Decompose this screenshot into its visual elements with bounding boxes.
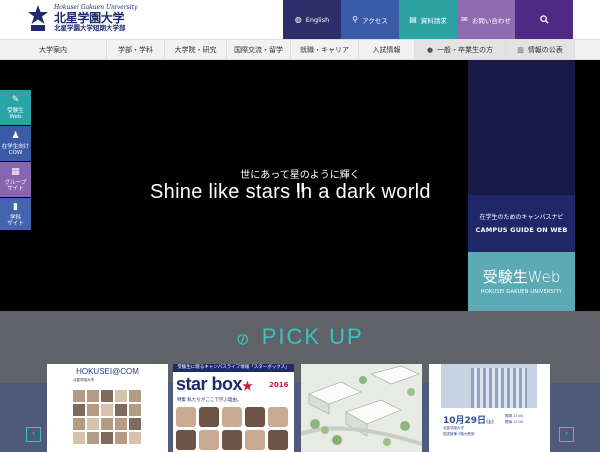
student-photos — [176, 407, 291, 450]
search-button[interactable] — [515, 0, 573, 39]
side-tab-label: サイト — [7, 186, 24, 193]
pickup-card-hokusei-com[interactable]: HOKUSEI@COM 北星学園大学 — [47, 364, 168, 452]
map-pin-icon: ⚲ — [352, 15, 359, 24]
applicant-web-link[interactable]: 受験生Web HOKUSEI GAKUEN UNIVERSITY — [468, 252, 575, 311]
english-label: English — [305, 15, 330, 24]
nav-item-alumni[interactable]: ● 一般・卒業生の方 — [415, 40, 506, 59]
university-logo[interactable]: Hokusei Gakuen University 北星学園大学 北星学園大学短… — [26, 4, 137, 32]
pickup-heading: ⊘ PICK UP — [0, 324, 600, 351]
event-date-main: 10月29日 — [443, 416, 487, 426]
side-tab-label: 受験生 — [7, 107, 24, 114]
contact-label: お問い合わせ — [471, 16, 511, 25]
pickup-title: PICK UP — [261, 324, 364, 349]
campus-guide-title: CAMPUS GUIDE ON WEB — [475, 226, 568, 234]
request-materials-button[interactable]: ▤ 資料請求 — [399, 0, 457, 39]
event-venue-line: 図書館棟 4階大教室 — [443, 431, 475, 436]
event-start-time: 開演 13:30 — [505, 419, 524, 424]
starbox-brand-2: box — [211, 374, 243, 394]
utility-buttons: ◍ English ⚲ アクセス ▤ 資料請求 ✉ お問い合わせ — [283, 0, 573, 39]
logo-main-name: 北星学園大学 — [54, 10, 125, 25]
logo-english-name: Hokusei Gakuen University — [54, 3, 138, 11]
pickup-card-campus-map[interactable] — [301, 364, 422, 452]
english-button[interactable]: ◍ English — [283, 0, 341, 39]
contact-button[interactable]: ✉ お問い合わせ — [457, 0, 515, 39]
campus-guide-caption: 在学生のためのキャンパスナビ — [479, 214, 564, 221]
starbox-year: 2016 — [269, 381, 289, 389]
main-nav: 大学案内 学部・学科 大学院・研究 国際交流・留学 就職・キャリア 入試情報 ●… — [0, 39, 600, 60]
student-icon: ♟ — [11, 131, 20, 141]
starbox-brand: star — [176, 374, 208, 394]
nav-item-career[interactable]: 就職・キャリア — [291, 40, 359, 59]
event-venue: 北星学園大学 図書館棟 4階大教室 — [443, 426, 474, 437]
person-icon: ● — [426, 45, 434, 54]
user-icon: ✎ — [11, 95, 20, 105]
nav-item-international[interactable]: 国際交流・留学 — [227, 40, 291, 59]
card-topline: 受験生に贈るキャンパスライフ情報「スターボックス」 — [173, 364, 294, 372]
side-tab-applicant-web[interactable]: ✎ 受験生 Web — [0, 90, 31, 125]
applicant-web-title: 受験生Web — [482, 268, 561, 286]
pause-icon[interactable]: II — [296, 181, 305, 195]
side-tab-label: サイト — [7, 221, 24, 228]
card-title: HOKUSEI@COM — [76, 367, 139, 376]
starbox-logo: star box★ — [176, 374, 253, 395]
grid-icon: ▦ — [11, 167, 20, 177]
pickup-card-event[interactable]: 10月29日(土) 北星学園大学 図書館棟 4階大教室 開場 13:00 開演 … — [429, 364, 550, 452]
side-tab-group-site[interactable]: ▦ グループ サイト — [0, 162, 31, 197]
site-header: Hokusei Gakuen University 北星学園大学 北星学園大学短… — [0, 0, 600, 39]
logo-sub-name: 北星学園大学短期大学部 — [54, 23, 126, 32]
card-photo-grid — [73, 390, 143, 444]
star-emblem-icon — [26, 4, 50, 32]
search-icon — [539, 15, 549, 24]
nav-label: 就職・キャリア — [300, 45, 349, 54]
nav-item-graduate[interactable]: 大学院・研究 — [165, 40, 227, 59]
event-open-time: 開場 13:00 — [505, 414, 524, 418]
side-panel-blank — [468, 60, 575, 195]
nav-label: 国際交流・留学 — [234, 45, 283, 54]
nav-item-admissions[interactable]: 入試情報 — [359, 40, 415, 59]
nav-label: 学部・学科 — [118, 45, 153, 54]
mail-icon: ✉ — [461, 15, 468, 24]
campus-illustration — [301, 364, 422, 452]
hero-side-panel: 在学生のためのキャンパスナビ CAMPUS GUIDE ON WEB 受験生We… — [468, 60, 575, 311]
card-subtitle: 北星学園大学 — [73, 378, 94, 382]
applicant-web-sub: HOKUSEI GAKUEN UNIVERSITY — [480, 289, 563, 295]
carousel-next-button[interactable]: › — [559, 427, 574, 442]
event-day: (土) — [486, 419, 494, 424]
carousel-prev-button[interactable]: ‹ — [26, 427, 41, 442]
pickup-icon: ⊘ — [233, 328, 256, 351]
access-button[interactable]: ⚲ アクセス — [341, 0, 399, 39]
pickup-card-starbox[interactable]: 受験生に贈るキャンパスライフ情報「スターボックス」 star box★ 2016… — [173, 364, 294, 452]
side-tab-label: Web — [9, 114, 22, 121]
request-materials-label: 資料請求 — [420, 16, 447, 25]
nav-item-faculties[interactable]: 学部・学科 — [107, 40, 165, 59]
nav-label: 大学院・研究 — [174, 45, 217, 54]
event-date: 10月29日(土) — [443, 413, 494, 426]
side-tab-student-cow[interactable]: ♟ 在学生向け COW — [0, 126, 31, 161]
campus-guide-link[interactable]: 在学生のためのキャンパスナビ CAMPUS GUIDE ON WEB — [468, 195, 575, 252]
building-photo — [441, 364, 537, 408]
side-tab-department-site[interactable]: ▮ 学科 サイト — [0, 198, 31, 230]
star-icon: ★ — [242, 379, 253, 393]
nav-label: 入試情報 — [372, 45, 401, 54]
side-tab-label: 在学生向け — [1, 143, 30, 150]
event-times: 開場 13:00 開演 13:30 — [505, 414, 523, 425]
starbox-tagline: 特集 私たちがここで学ぶ理由。 — [177, 398, 242, 403]
document-icon: ▤ — [409, 15, 417, 24]
book-icon: ▮ — [13, 202, 18, 212]
access-label: アクセス — [362, 16, 388, 25]
book-icon: ▥ — [517, 45, 524, 54]
nav-label: 大学案内 — [39, 45, 67, 54]
nav-label: 情報の公表 — [527, 45, 563, 54]
side-tab-label: COW — [8, 150, 23, 157]
hero-title: Shine like stars in a dark world — [150, 181, 431, 203]
nav-label: 一般・卒業生の方 — [437, 45, 494, 54]
nav-item-disclosure[interactable]: ▥ 情報の公表 — [506, 40, 575, 59]
globe-icon: ◍ — [294, 15, 302, 24]
nav-item-about[interactable]: 大学案内 — [0, 40, 107, 59]
